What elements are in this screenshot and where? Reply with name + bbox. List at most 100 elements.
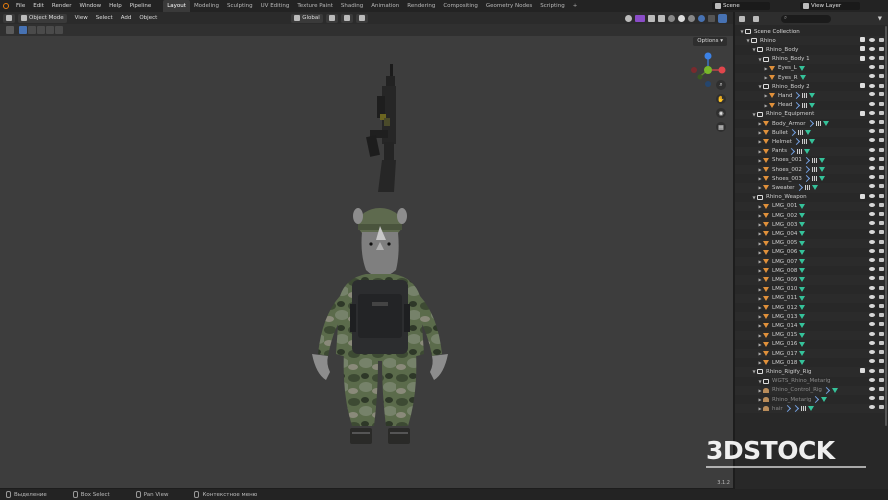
camera-icon[interactable] <box>879 285 884 290</box>
collection-row[interactable]: ▼ Rhino_Rigify_Rig <box>735 367 888 377</box>
scene-selector[interactable]: Scene <box>712 2 770 10</box>
camera-icon[interactable] <box>879 340 884 345</box>
viewport-menu-select[interactable]: Select <box>92 15 117 21</box>
select-intersect-icon[interactable] <box>55 26 63 34</box>
eye-icon[interactable] <box>869 147 875 152</box>
object-row[interactable]: ▶ LMG_006 <box>735 248 888 257</box>
camera-icon[interactable] <box>879 405 884 410</box>
visibility-icon[interactable] <box>625 14 632 22</box>
material-icon[interactable] <box>798 65 805 71</box>
filter-icon[interactable]: ▼ <box>878 16 882 22</box>
collection-row[interactable]: ▼ WGTS_Rhino_Metarig <box>735 377 888 386</box>
camera-icon[interactable] <box>879 386 884 391</box>
perspective-toggle-button[interactable]: ▦ <box>716 122 726 132</box>
tab-texture-paint[interactable]: Texture Paint <box>293 0 337 12</box>
pan-view-button[interactable]: ✋ <box>716 94 726 104</box>
material-icon[interactable] <box>799 286 806 292</box>
material-icon[interactable] <box>799 75 806 81</box>
menu-edit[interactable]: Edit <box>29 0 48 12</box>
texture-icon[interactable] <box>802 93 808 99</box>
object-row[interactable]: ▶ Head <box>735 101 888 110</box>
camera-icon[interactable] <box>879 377 884 382</box>
material-icon[interactable] <box>821 397 828 403</box>
eye-icon[interactable] <box>869 276 875 281</box>
exclude-checkbox[interactable] <box>860 193 865 199</box>
material-icon[interactable] <box>799 203 806 209</box>
menu-window[interactable]: Window <box>75 0 105 12</box>
xray-toggle-icon[interactable] <box>658 14 665 22</box>
rendered-shading-icon[interactable] <box>698 14 705 22</box>
tab-modeling[interactable]: Modeling <box>190 0 223 12</box>
texture-icon[interactable] <box>811 176 817 182</box>
modifier-icon[interactable] <box>783 405 791 413</box>
tab-rendering[interactable]: Rendering <box>403 0 439 12</box>
object-row[interactable]: ▶ LMG_010 <box>735 285 888 294</box>
texture-icon[interactable] <box>801 139 807 145</box>
material-icon[interactable] <box>799 240 806 246</box>
modifier-icon[interactable] <box>795 184 803 192</box>
eye-icon[interactable] <box>869 248 875 253</box>
camera-icon[interactable] <box>879 111 884 116</box>
camera-icon[interactable] <box>879 56 884 61</box>
collection-row[interactable]: ▼ Scene Collection <box>735 27 888 36</box>
camera-icon[interactable] <box>879 129 884 134</box>
camera-icon[interactable] <box>879 175 884 180</box>
texture-icon[interactable] <box>797 130 803 136</box>
camera-icon[interactable] <box>879 37 884 42</box>
texture-icon[interactable] <box>811 157 817 163</box>
eye-icon[interactable] <box>869 194 875 199</box>
eye-icon[interactable] <box>869 396 875 400</box>
camera-icon[interactable] <box>879 147 884 152</box>
camera-icon[interactable] <box>879 239 884 244</box>
eye-icon[interactable] <box>869 258 875 262</box>
eye-icon[interactable] <box>869 322 875 327</box>
tab-scripting[interactable]: Scripting <box>536 0 568 12</box>
object-row[interactable]: ▶ Sweater <box>735 183 888 193</box>
object-row[interactable]: ▶ Shoes_001 <box>735 156 888 165</box>
camera-icon[interactable] <box>879 350 884 354</box>
camera-icon[interactable] <box>879 258 884 262</box>
tab-layout[interactable]: Layout <box>163 0 190 12</box>
camera-icon[interactable] <box>879 322 884 327</box>
material-icon[interactable] <box>807 406 814 412</box>
object-row[interactable]: ▶ hair <box>735 404 888 414</box>
modifier-icon[interactable] <box>802 156 810 164</box>
object-row[interactable]: ▶ Eyes_R <box>735 73 888 83</box>
camera-icon[interactable] <box>879 184 884 189</box>
material-icon[interactable] <box>799 332 806 338</box>
object-row[interactable]: ▶ LMG_001 <box>735 201 888 211</box>
eye-icon[interactable] <box>869 156 875 161</box>
material-icon[interactable] <box>799 249 806 255</box>
modifier-icon[interactable] <box>802 175 810 183</box>
material-icon[interactable] <box>799 268 806 274</box>
object-row[interactable]: ▶ Eyes_L <box>735 64 888 73</box>
viewport-menu-view[interactable]: View <box>71 15 92 21</box>
eye-icon[interactable] <box>869 294 875 299</box>
object-row[interactable]: ▶ LMG_015 <box>735 330 888 340</box>
select-invert-icon[interactable] <box>46 26 54 34</box>
camera-icon[interactable] <box>879 46 884 51</box>
camera-icon[interactable] <box>879 267 884 272</box>
add-workspace-button[interactable]: + <box>569 3 582 9</box>
material-shading-icon[interactable] <box>688 14 695 22</box>
camera-icon[interactable] <box>879 304 884 308</box>
object-row[interactable]: ▶ Rhino_Metarig <box>735 395 888 404</box>
object-row[interactable]: ▶ Helmet <box>735 137 888 146</box>
object-row[interactable]: ▶ Rhino_Control_Rig <box>735 385 888 395</box>
camera-icon[interactable] <box>879 156 884 161</box>
eye-icon[interactable] <box>869 46 875 51</box>
eye-icon[interactable] <box>869 212 875 216</box>
exclude-checkbox[interactable] <box>860 55 865 61</box>
camera-icon[interactable] <box>879 92 884 97</box>
collection-row[interactable]: ▼ Rhino_Weapon <box>735 193 888 202</box>
collection-row[interactable]: ▼ Rhino_Body 2 <box>735 82 888 91</box>
object-row[interactable]: ▶ LMG_012 <box>735 303 888 312</box>
view-layer-selector[interactable]: View Layer <box>800 2 860 10</box>
modifier-icon[interactable] <box>793 101 801 109</box>
modifier-icon[interactable] <box>788 129 796 137</box>
eye-icon[interactable] <box>869 340 875 345</box>
select-new-icon[interactable] <box>19 26 27 34</box>
pause-render-icon[interactable] <box>718 13 727 23</box>
camera-icon[interactable] <box>879 74 884 78</box>
object-row[interactable]: ▶ LMG_007 <box>735 257 888 267</box>
